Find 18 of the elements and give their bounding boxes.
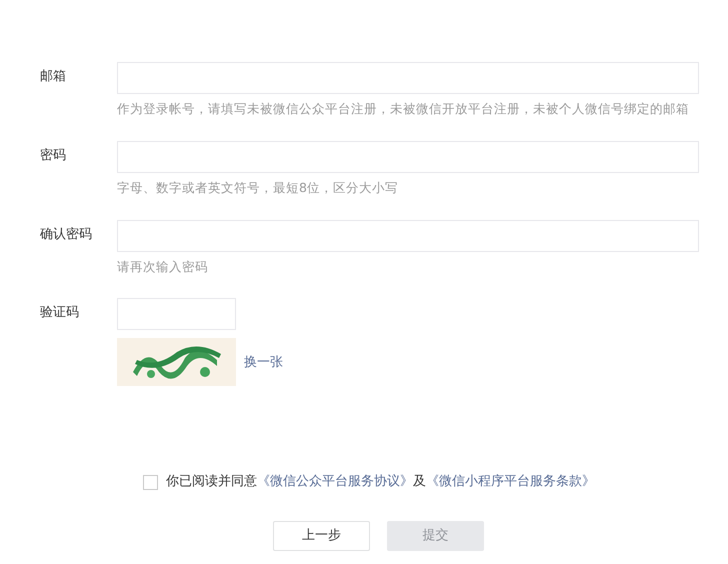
field-label: 验证码 bbox=[40, 304, 80, 322]
input-field[interactable] bbox=[117, 220, 699, 252]
field-hint: 请再次输入密码 bbox=[117, 258, 209, 276]
agreement-link[interactable]: 《微信小程序平台服务条款》 bbox=[426, 474, 595, 490]
submit-button: 提交 bbox=[387, 520, 484, 551]
captcha-field[interactable] bbox=[117, 298, 236, 330]
field-label: 确认密码 bbox=[40, 226, 93, 244]
field-label: 邮箱 bbox=[40, 68, 67, 86]
field-hint: 作为登录帐号，请填写未被微信公众平台注册，未被微信开放平台注册，未被个人微信号绑定的邮箱 bbox=[117, 100, 690, 118]
checkbox[interactable] bbox=[143, 474, 158, 490]
input-field[interactable] bbox=[117, 140, 699, 173]
refresh-link[interactable]: 换一张 bbox=[244, 352, 283, 372]
input-field[interactable] bbox=[117, 62, 699, 94]
field-hint: 字母、数字或者英文符号，最短8位，区分大小写 bbox=[117, 178, 399, 197]
agreement-text: 你已阅读并同意《微信公众平台服务协议》及《微信小程序平台服务条款》 bbox=[166, 473, 595, 492]
agreement-link[interactable]: 《微信公众平台服务协议》 bbox=[257, 474, 413, 490]
field-label: 密码 bbox=[40, 146, 67, 165]
back-button[interactable]: 上一步 bbox=[273, 520, 370, 551]
